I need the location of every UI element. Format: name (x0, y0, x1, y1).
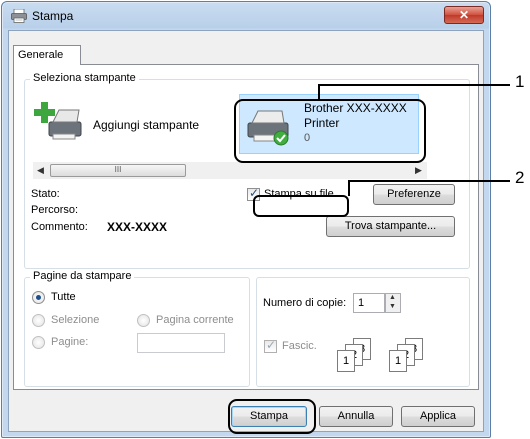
page-range-group: Pagine da stampare Tutte Selezione Pagin… (24, 270, 250, 387)
tab-generale[interactable]: Generale (13, 45, 81, 65)
callout-box-printer (234, 99, 426, 163)
scroll-thumb[interactable]: III (50, 164, 186, 177)
apply-button[interactable]: Applica (401, 406, 475, 427)
callout-line-1-drop (318, 84, 320, 100)
select-printer-legend: Seleziona stampante (30, 72, 139, 84)
collate-icon: 3 2 1 (337, 338, 377, 374)
scroll-left-icon[interactable]: ◀ (37, 165, 44, 176)
preferences-label: Preferenze (387, 188, 441, 200)
comment-label: Commento: (31, 221, 88, 233)
spin-up-icon[interactable]: ▲ (389, 294, 396, 301)
screenshot-root: Stampa ✕ Generale Seleziona stampante Ag… (0, 0, 530, 439)
copies-number-label: Numero di copie: (263, 297, 347, 309)
apply-button-label: Applica (419, 410, 457, 422)
radio-current-page[interactable] (137, 314, 150, 327)
radio-all[interactable] (32, 291, 45, 304)
scroll-right-icon[interactable]: ▶ (415, 165, 422, 176)
preferences-button[interactable]: Preferenze (373, 184, 455, 205)
callout-box-print-button (228, 399, 316, 434)
location-label: Percorso: (31, 204, 79, 216)
close-icon: ✕ (458, 8, 470, 22)
collate-checkbox[interactable] (264, 338, 277, 353)
copies-group: Numero di copie: 1 ▲ ▼ Fascic. 3 2 1 3 (256, 277, 470, 387)
find-printer-label: Trova stampante... (344, 220, 437, 232)
radio-pages-label: Pagine: (51, 336, 89, 348)
spin-down-icon[interactable]: ▼ (389, 303, 396, 310)
callout-box-print-to-file (253, 195, 349, 217)
callout-line-2 (349, 180, 510, 182)
collate-label: Fascic. (282, 340, 317, 352)
radio-selection-label: Selezione (51, 314, 100, 326)
callout-number-1: 1 (515, 72, 525, 91)
find-printer-button[interactable]: Trova stampante... (326, 216, 455, 237)
add-printer-label: Aggiungi stampante (93, 118, 200, 132)
printer-list-scrollbar[interactable]: ◀ III ▶ (33, 162, 427, 179)
title-bar[interactable]: Stampa ✕ (2, 2, 490, 30)
collate-icon: 3 2 1 (389, 338, 429, 374)
tab-label: Generale (18, 49, 64, 61)
radio-selection[interactable] (32, 314, 45, 327)
dialog-client-area: Generale Seleziona stampante Aggiungi st… (8, 30, 484, 432)
collate-page: 1 (389, 350, 407, 372)
print-dialog: Stampa ✕ Generale Seleziona stampante Ag… (1, 1, 491, 438)
callout-number-2: 2 (515, 168, 525, 187)
add-printer-item[interactable]: Aggiungi stampante (31, 98, 221, 148)
cancel-button[interactable]: Annulla (319, 406, 393, 427)
copies-number-input[interactable]: 1 (353, 293, 385, 313)
add-printer-icon (34, 102, 82, 140)
window-title: Stampa (32, 9, 74, 23)
callout-line-1 (318, 84, 510, 86)
printer-icon (11, 9, 27, 23)
radio-pages[interactable] (32, 336, 45, 349)
close-button[interactable]: ✕ (444, 6, 484, 24)
status-label: Stato: (31, 188, 60, 200)
page-range-legend: Pagine da stampare (30, 270, 135, 282)
comment-value: XXX-XXXX (107, 220, 168, 234)
radio-current-page-label: Pagina corrente (156, 314, 234, 326)
collate-page: 1 (337, 350, 355, 372)
scroll-thumb-grip: III (114, 165, 122, 174)
pages-input[interactable] (137, 333, 225, 353)
radio-all-label: Tutte (51, 291, 76, 303)
copies-spinner[interactable]: ▲ ▼ (385, 293, 401, 313)
callout-line-2-drop (348, 180, 350, 196)
cancel-button-label: Annulla (337, 410, 375, 422)
